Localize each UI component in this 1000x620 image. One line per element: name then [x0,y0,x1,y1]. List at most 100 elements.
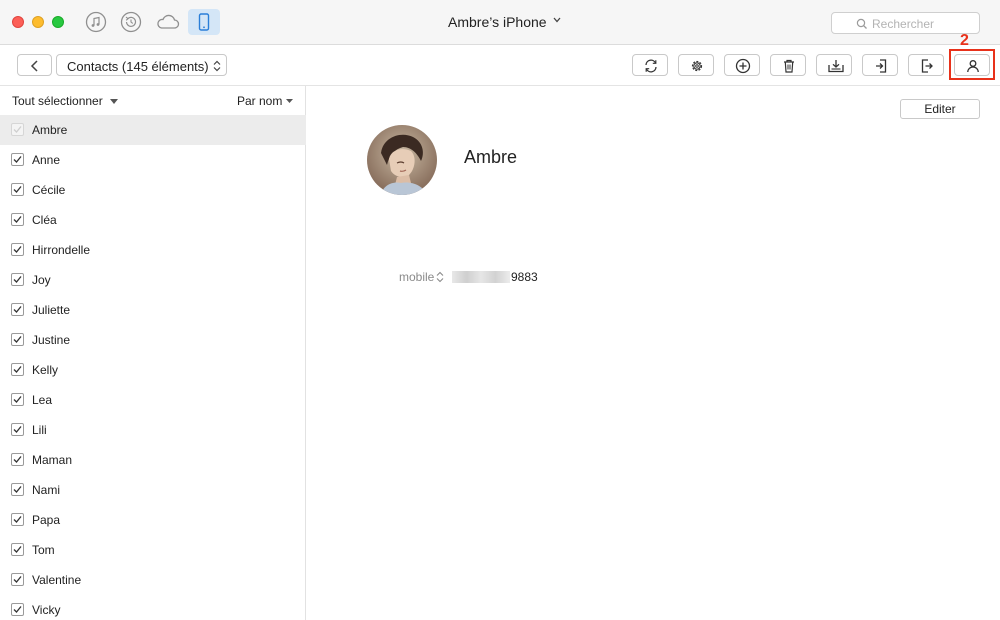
chevron-down-icon[interactable] [553,17,561,23]
contact-name: Kelly [32,363,59,377]
phone-value[interactable]: 9883 [511,270,538,284]
contact-row[interactable]: Justine [0,325,306,355]
checkmark-icon [13,486,22,493]
music-icon[interactable] [85,11,107,33]
checkmark-icon [13,246,22,253]
contact-checkbox[interactable] [11,513,24,526]
delete-button[interactable] [770,54,806,76]
contact-row[interactable]: Joy [0,265,306,295]
contact-list-pane: Tout sélectionner Par nom Ambre Anne Cécil… [0,86,306,620]
contact-row[interactable]: Nami [0,475,306,505]
download-to-computer-button[interactable] [816,54,852,76]
contact-row[interactable]: Ambre [0,115,306,145]
contact-row[interactable]: Lea [0,385,306,415]
up-down-chevron-icon[interactable] [436,271,444,283]
device-name[interactable]: Ambre’s iPhone [448,14,547,30]
select-all-button[interactable]: Tout sélectionner [12,94,103,108]
back-button[interactable] [17,54,52,76]
contact-checkbox[interactable] [11,303,24,316]
contact-checkbox[interactable] [11,183,24,196]
contact-name: Cécile [32,183,66,197]
contact-name: Lili [32,423,47,437]
contact-name: Tom [32,543,55,557]
up-down-chevron-icon [213,60,221,72]
contact-detail-pane: Editer Ambre mobile 9883 [307,86,1000,620]
toolbar: Contacts (145 éléments) [0,45,1000,86]
cloud-icon[interactable] [155,11,181,33]
checkmark-icon [13,546,22,553]
device-button[interactable] [188,9,220,35]
contact-checkbox[interactable] [11,423,24,436]
contact-checkbox[interactable] [11,363,24,376]
contact-checkbox[interactable] [11,393,24,406]
checkmark-icon [13,396,22,403]
checkmark-icon [13,366,22,373]
title-bar: Ambre’s iPhone Rechercher [0,0,1000,45]
export-button[interactable] [908,54,944,76]
contact-checkbox[interactable] [11,333,24,346]
contact-name: Ambre [32,123,68,137]
contact-name: Nami [32,483,61,497]
zoom-window-button[interactable] [52,16,64,28]
checkmark-icon [13,606,22,613]
contact-row[interactable]: Hirrondelle [0,235,306,265]
phone-icon [198,13,210,31]
minimize-window-button[interactable] [32,16,44,28]
contact-row[interactable]: Maman [0,445,306,475]
contact-name: Cléa [32,213,57,227]
contact-list: Ambre Anne Cécile Cléa Hirrondelle Joy Juliett… [0,115,306,620]
search-icon [856,18,867,29]
caret-down-icon[interactable] [110,99,118,104]
refresh-icon [645,59,657,73]
contact-row[interactable]: Valentine [0,565,306,595]
annotation-marker-2: 2 [960,32,969,49]
contact-name: Vicky [32,603,61,617]
contact-row[interactable]: Cécile [0,175,306,205]
chevron-left-icon [30,60,38,72]
sort-dropdown[interactable]: Par nom [237,94,282,108]
contact-row[interactable]: Vicky [0,595,306,620]
contact-checkbox[interactable] [11,213,24,226]
close-window-button[interactable] [12,16,24,28]
edit-button[interactable]: Editer [900,99,980,119]
contact-checkbox[interactable] [11,603,24,616]
phone-type-label[interactable]: mobile [399,270,434,284]
checkmark-icon [13,126,22,133]
checkmark-icon [13,276,22,283]
contact-checkbox[interactable] [11,483,24,496]
download-to-computer-icon [828,60,844,73]
contact-checkbox[interactable] [11,243,24,256]
contact-row[interactable]: Juliette [0,295,306,325]
contact-row[interactable]: Anne [0,145,306,175]
refresh-button[interactable] [632,54,668,76]
contact-row[interactable]: Cléa [0,205,306,235]
contact-checkbox[interactable] [11,123,24,136]
search-input[interactable]: Rechercher [831,12,980,34]
checkmark-icon [13,336,22,343]
contact-name: Joy [32,273,51,287]
caret-down-icon[interactable] [286,99,293,103]
import-button[interactable] [862,54,898,76]
import-icon [876,59,887,73]
history-icon[interactable] [120,11,142,33]
contact-row[interactable]: Kelly [0,355,306,385]
checkmark-icon [13,306,22,313]
contact-checkbox[interactable] [11,543,24,556]
list-header: Tout sélectionner Par nom [0,86,306,115]
contact-checkbox[interactable] [11,453,24,466]
highlight-contact-button [949,49,995,80]
checkmark-icon [13,426,22,433]
checkmark-icon [13,576,22,583]
trash-icon [784,59,794,73]
contact-checkbox[interactable] [11,153,24,166]
contact-checkbox[interactable] [11,273,24,286]
settings-button[interactable] [678,54,714,76]
category-select[interactable]: Contacts (145 éléments) [56,54,227,76]
contact-name: Lea [32,393,53,407]
category-label: Contacts (145 éléments) [67,59,209,74]
contact-checkbox[interactable] [11,573,24,586]
add-button[interactable] [724,54,760,76]
contact-row[interactable]: Lili [0,415,306,445]
contact-row[interactable]: Tom [0,535,306,565]
contact-row[interactable]: Papa [0,505,306,535]
